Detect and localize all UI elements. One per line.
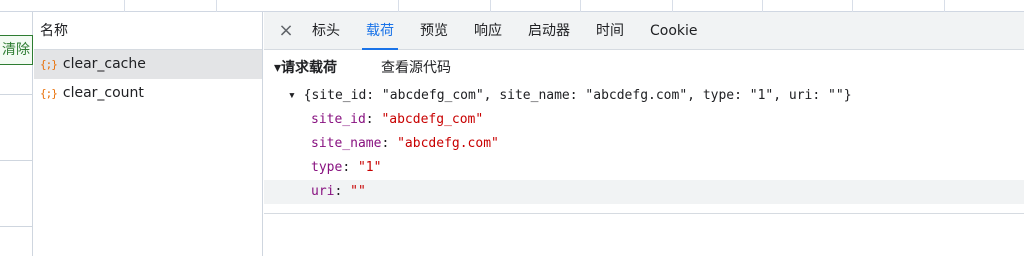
column-divider (216, 0, 217, 12)
tab-payload[interactable]: 载荷 (362, 12, 398, 50)
column-divider (944, 0, 945, 12)
row-divider (0, 226, 33, 227)
tab-response[interactable]: 响应 (474, 12, 502, 50)
detail-tab-bar: × 标头 载荷 预览 响应 启动器 时间 Cookie (264, 12, 1024, 50)
tab-preview[interactable]: 预览 (420, 12, 448, 50)
request-name: clear_cache (62, 56, 146, 72)
column-divider (490, 0, 491, 12)
page-left-area: 清除 (0, 12, 33, 256)
payload-tree: ▾ {site_id: "abcdefg_com", site_name: "a… (264, 84, 1024, 204)
page-top-strip (0, 0, 1024, 12)
request-row-clear-cache[interactable]: {;} clear_cache (34, 50, 262, 79)
pane-divider (264, 213, 1024, 214)
field-value: "abcdefg.com" (397, 136, 499, 151)
payload-section-header: ▾请求载荷 查看源代码 (264, 50, 1024, 84)
tab-timing[interactable]: 时间 (596, 12, 624, 50)
field-value: "" (350, 184, 366, 199)
clear-button[interactable]: 清除 (0, 35, 33, 65)
field-value: "abcdefg_com" (381, 112, 484, 127)
field-value: "1" (357, 160, 382, 175)
field-key: type (311, 160, 343, 175)
request-name-pane: 名称 {;} clear_cache {;} clear_count (34, 12, 263, 256)
row-divider (0, 160, 33, 161)
name-column-header[interactable]: 名称 (34, 12, 262, 50)
row-divider (0, 94, 33, 95)
payload-object-summary[interactable]: ▾ {site_id: "abcdefg_com", site_name: "a… (264, 84, 1024, 108)
column-divider (398, 0, 399, 12)
field-key: uri (311, 184, 335, 199)
request-detail-pane: × 标头 载荷 预览 响应 启动器 时间 Cookie ▾请求载荷 查看源代码 … (264, 12, 1024, 256)
tab-cookie[interactable]: Cookie (650, 12, 698, 50)
field-key: site_id (311, 112, 366, 127)
close-icon[interactable]: × (276, 12, 296, 50)
column-divider (672, 0, 673, 12)
tab-initiator[interactable]: 启动器 (528, 12, 570, 50)
request-name: clear_count (62, 85, 144, 101)
xhr-icon: {;} (40, 58, 58, 71)
field-key: site_name (311, 136, 382, 151)
request-row-clear-count[interactable]: {;} clear_count (34, 79, 262, 108)
request-payload-toggle[interactable]: ▾请求载荷 (274, 57, 337, 77)
xhr-icon: {;} (40, 87, 58, 100)
payload-field: site_id: "abcdefg_com" (311, 112, 484, 127)
payload-field: type: "1" (311, 160, 382, 175)
column-divider (124, 0, 125, 12)
column-divider (852, 0, 853, 12)
tab-headers[interactable]: 标头 (312, 12, 340, 50)
payload-field: site_name: "abcdefg.com" (311, 136, 499, 151)
payload-field: uri: "" (264, 180, 1024, 204)
view-source-link[interactable]: 查看源代码 (381, 57, 451, 77)
column-divider (762, 0, 763, 12)
column-divider (580, 0, 581, 12)
